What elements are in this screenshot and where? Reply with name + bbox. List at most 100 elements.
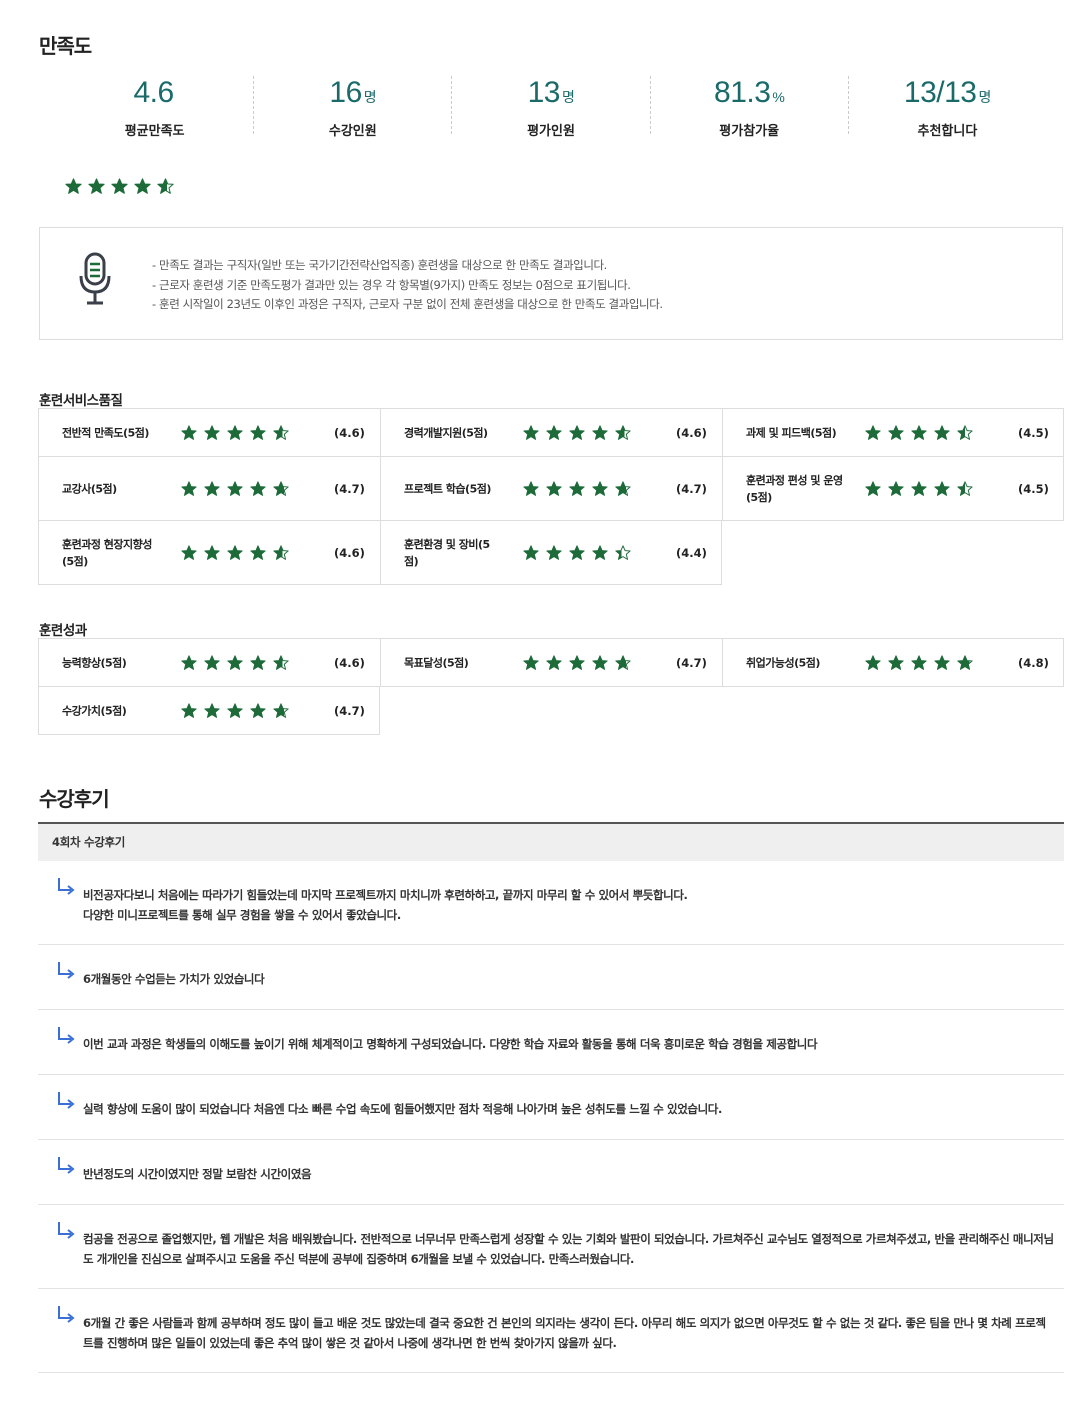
rating-stars [181, 654, 296, 671]
reply-arrow-icon [58, 878, 75, 895]
star-full-icon [88, 178, 105, 194]
stat-label: 수강인원 [328, 124, 377, 139]
rating-cell: 훈련과정 현장지향성(5점) (4.6) [38, 521, 380, 585]
rating-score: (4.8) [1018, 655, 1049, 670]
rating-score: (4.6) [334, 425, 365, 440]
rating-name: 전반적 만족도(5점) [62, 426, 149, 439]
stat-label: 평가인원 [527, 124, 575, 139]
star-full-icon [204, 544, 220, 560]
star-full-icon [523, 424, 539, 440]
rating-stars [523, 480, 638, 497]
stat-recommend: 13/13 명 추천합니다 [849, 76, 1046, 139]
star-full-icon [888, 654, 904, 670]
star-full-icon [592, 654, 608, 670]
stat-label: 추천합니다 [917, 124, 978, 139]
star-full-icon [934, 424, 950, 440]
rating-cell: 취업가능성(5점) (4.8) [722, 639, 1064, 687]
outcomes-title: 훈련성과 [39, 623, 87, 639]
star-partial-icon [273, 424, 289, 440]
rating-cell: 목표달성(5점) (4.7) [380, 639, 722, 687]
rating-score: (4.7) [334, 481, 365, 496]
star-full-icon [134, 178, 151, 194]
review-text: 6개월 간 좋은 사람들과 함께 공부하며 정도 많이 들고 배운 것도 많았는… [83, 1316, 1046, 1350]
reply-arrow-icon [58, 1157, 75, 1174]
rating-cell: 훈련환경 및 장비(5점) (4.4) [380, 521, 722, 585]
review-item: 실력 향상에 도움이 많이 되었습니다 처음엔 다소 빠른 수업 속도에 힘들어… [38, 1075, 1064, 1140]
review-item: 비전공자다보니 처음에는 따라가기 힘들었는데 마지막 프로젝트까지 마치니까 … [38, 861, 1064, 945]
rating-cell: 프로젝트 학습(5점) (4.7) [380, 457, 722, 521]
star-full-icon [569, 544, 585, 560]
star-full-icon [204, 654, 220, 670]
outcomes-grid: 능력향상(5점) (4.6) 목표달성(5점) (4.7) 취업가능성(5점) (4.… [38, 638, 1064, 735]
stats-summary: 4.6 평균만족도 16 명 수강인원 13 명 평가인원 81.3% 평가참가율 … [56, 76, 1046, 139]
review-text: 반년정도의 시간이였지만 정말 보람찬 시간이였음 [83, 1167, 312, 1181]
rating-score: (4.6) [334, 655, 365, 670]
rating-name: 과제 및 피드백(5점) [746, 426, 837, 439]
rating-cell: 훈련과정 편성 및 운영(5점) (4.5) [722, 457, 1064, 521]
rating-name: 프로젝트 학습(5점) [404, 482, 491, 495]
review-text: 실력 향상에 도움이 많이 되었습니다 처음엔 다소 빠른 수업 속도에 힘들어… [83, 1102, 722, 1116]
star-full-icon [65, 178, 82, 194]
star-full-icon [204, 702, 220, 718]
star-full-icon [227, 424, 243, 440]
reply-arrow-icon [58, 1222, 75, 1239]
star-partial-icon [273, 654, 289, 670]
star-full-icon [181, 654, 197, 670]
rating-score: (4.5) [1018, 425, 1049, 440]
stat-unit: % [772, 89, 785, 105]
stat-enrolled: 16 명 수강인원 [254, 76, 453, 139]
star-partial-icon [615, 424, 631, 440]
star-full-icon [250, 480, 266, 496]
star-full-icon [911, 480, 927, 496]
reviews-title: 수강후기 [39, 787, 110, 811]
review-item: 컴공을 전공으로 졸업했지만, 웹 개발은 처음 배워봤습니다. 전반적으로 너… [38, 1205, 1064, 1289]
star-full-icon [523, 654, 539, 670]
star-full-icon [911, 424, 927, 440]
star-full-icon [250, 424, 266, 440]
reply-arrow-icon [58, 1092, 75, 1109]
star-full-icon [888, 480, 904, 496]
review-text: 비전공자다보니 처음에는 따라가기 힘들었는데 마지막 프로젝트까지 마치니까 … [83, 888, 688, 922]
stat-evaluators: 13 명 평가인원 [452, 76, 651, 139]
rating-stars [181, 424, 296, 441]
notice-box: 만족도 결과는 구직자(일반 또는 국가기간전략산업직종) 훈련생을 대상으로 … [39, 227, 1063, 340]
stat-value: 13/13 [903, 76, 977, 109]
star-full-icon [546, 654, 562, 670]
rating-score: (4.6) [334, 545, 365, 560]
rating-cell: 수강가치(5점) (4.7) [38, 687, 380, 735]
reply-arrow-icon [58, 1306, 75, 1323]
rating-name: 수강가치(5점) [62, 704, 127, 717]
service-quality-grid: 전반적 만족도(5점) (4.6) 경력개발지원(5점) (4.6) 과제 및 피드… [38, 408, 1064, 585]
rating-stars [523, 424, 638, 441]
star-full-icon [227, 544, 243, 560]
star-partial-icon [273, 544, 289, 560]
stat-avg-satisfaction: 4.6 평균만족도 [56, 76, 255, 139]
star-full-icon [181, 424, 197, 440]
rating-stars [523, 654, 638, 671]
rating-score: (4.7) [676, 481, 707, 496]
rating-score: (4.7) [334, 703, 365, 718]
review-item: 6개월 간 좋은 사람들과 함께 공부하며 정도 많이 들고 배운 것도 많았는… [38, 1289, 1064, 1373]
review-text: 컴공을 전공으로 졸업했지만, 웹 개발은 처음 배워봤습니다. 전반적으로 너… [83, 1232, 1054, 1266]
star-full-icon [523, 544, 539, 560]
rating-stars [865, 424, 980, 441]
star-partial-icon [273, 480, 289, 496]
star-full-icon [250, 702, 266, 718]
rating-stars [181, 480, 296, 497]
stat-unit: 명 [562, 89, 575, 105]
overall-star-rating [65, 178, 180, 195]
star-full-icon [181, 480, 197, 496]
star-full-icon [865, 424, 881, 440]
review-text: 6개월동안 수업듣는 가치가 있었습니다 [83, 972, 265, 986]
satisfaction-title: 만족도 [39, 34, 92, 58]
rating-stars [865, 480, 980, 497]
rating-stars [523, 544, 638, 561]
stat-unit: 명 [978, 89, 992, 105]
rating-name: 훈련과정 편성 및 운영(5점) [746, 473, 843, 504]
star-partial-icon [273, 702, 289, 718]
rating-cell: 교강사(5점) (4.7) [38, 457, 380, 521]
rating-name: 취업가능성(5점) [746, 656, 820, 669]
rating-cell: 능력향상(5점) (4.6) [38, 639, 380, 687]
star-full-icon [523, 480, 539, 496]
service-quality-title: 훈련서비스품질 [39, 393, 123, 409]
